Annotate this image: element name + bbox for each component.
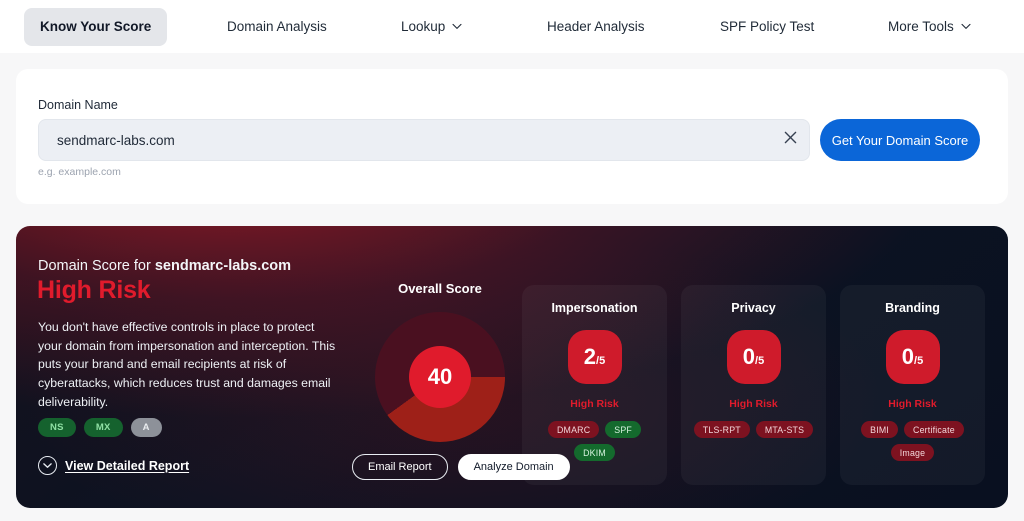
metric-card-impersonation: Impersonation 2/5 High Risk DMARC SPF DKIM — [522, 285, 667, 485]
metric-risk-label: High Risk — [570, 398, 619, 410]
metric-score-badge: 0/5 — [726, 330, 781, 384]
tab-label: SPF Policy Test — [720, 19, 815, 34]
tab-label: More Tools — [888, 19, 954, 34]
metric-tag-spf: SPF — [605, 421, 641, 438]
metric-tag-group: TLS-RPT MTA-STS — [688, 421, 820, 438]
email-report-button[interactable]: Email Report — [352, 454, 448, 480]
overall-risk-level: High Risk — [37, 276, 151, 304]
overall-score-chart: Overall Score 40 — [350, 281, 530, 442]
metric-score-denominator: /5 — [914, 355, 924, 367]
metric-risk-label: High Risk — [729, 398, 778, 410]
metric-title: Impersonation — [551, 301, 638, 315]
result-title-prefix: Domain Score for — [38, 258, 155, 274]
chevron-down-icon — [961, 23, 971, 30]
tab-spf-policy-test[interactable]: SPF Policy Test — [704, 8, 830, 46]
tab-label: Lookup — [401, 19, 446, 34]
result-description: You don't have effective controls in pla… — [38, 320, 336, 409]
metric-title: Privacy — [731, 301, 776, 315]
main-tab-bar: Know Your Score Domain Analysis Lookup Head… — [0, 0, 1024, 53]
domain-name-label: Domain Name — [38, 98, 118, 112]
get-domain-score-button[interactable]: Get Your Domain Score — [820, 119, 980, 161]
domain-search-input[interactable] — [39, 132, 771, 148]
metric-tag-mta-sts: MTA-STS — [755, 421, 814, 438]
score-donut: 40 — [375, 312, 505, 442]
tab-label: Header Analysis — [547, 19, 645, 34]
metric-tag-certificate: Certificate — [904, 421, 964, 438]
tab-domain-analysis[interactable]: Domain Analysis — [211, 8, 343, 46]
metric-score-badge: 0/5 — [885, 330, 940, 384]
metric-tag-group: BIMI Certificate Image — [847, 421, 979, 461]
tab-label: Know Your Score — [40, 19, 152, 34]
tab-label: Domain Analysis — [227, 19, 327, 34]
metric-card-privacy: Privacy 0/5 High Risk TLS-RPT MTA-STS — [681, 285, 826, 485]
metric-score-value: 2 — [583, 344, 597, 369]
score-donut-center-value: 40 — [409, 346, 471, 408]
result-title: Domain Score for sendmarc-labs.com — [38, 258, 291, 274]
chevron-down-circle-icon — [38, 456, 57, 475]
domain-input-hint: e.g. example.com — [38, 166, 121, 178]
metric-tag-dmarc: DMARC — [548, 421, 600, 438]
result-domain: sendmarc-labs.com — [154, 258, 292, 274]
metric-card-group: Impersonation 2/5 High Risk DMARC SPF DKIM Pri… — [522, 285, 985, 485]
metric-card-branding: Branding 0/5 High Risk BIMI Certificate Image — [840, 285, 985, 485]
tab-more-tools[interactable]: More Tools — [872, 8, 987, 46]
overall-score-title: Overall Score — [398, 281, 482, 296]
tab-header-analysis[interactable]: Header Analysis — [531, 8, 661, 46]
domain-score-result-panel: Domain Score for sendmarc-labs.com High … — [16, 226, 1008, 508]
metric-tag-bimi: BIMI — [861, 421, 899, 438]
metric-tag-tls-rpt: TLS-RPT — [693, 421, 750, 438]
metric-score-badge: 2/5 — [567, 330, 622, 384]
tab-lookup[interactable]: Lookup — [385, 8, 478, 46]
metric-score-denominator: /5 — [596, 355, 606, 367]
metric-tag-image: Image — [890, 444, 935, 461]
metric-risk-label: High Risk — [888, 398, 937, 410]
domain-input-wrapper[interactable] — [38, 119, 810, 161]
view-detailed-report-label: View Detailed Report — [65, 458, 190, 473]
metric-tag-dkim: DKIM — [574, 444, 615, 461]
chevron-down-icon — [452, 23, 462, 30]
domain-search-card: Domain Name e.g. example.com Get Your Do… — [16, 69, 1008, 204]
metric-title: Branding — [885, 301, 940, 315]
view-detailed-report-link[interactable]: View Detailed Report — [38, 456, 189, 475]
metric-tag-group: DMARC SPF DKIM — [529, 421, 661, 461]
dns-record-chip-ns: NS — [38, 418, 76, 437]
metric-score-value: 0 — [901, 344, 915, 369]
metric-score-value: 0 — [742, 344, 756, 369]
clear-input-button[interactable] — [771, 120, 809, 160]
dns-record-chip-a: A — [130, 418, 162, 437]
dns-record-chips: NS MX A — [38, 418, 162, 437]
dns-record-chip-mx: MX — [83, 418, 123, 437]
metric-score-denominator: /5 — [755, 355, 765, 367]
tab-know-your-score[interactable]: Know Your Score — [24, 7, 168, 46]
close-icon — [784, 131, 797, 149]
